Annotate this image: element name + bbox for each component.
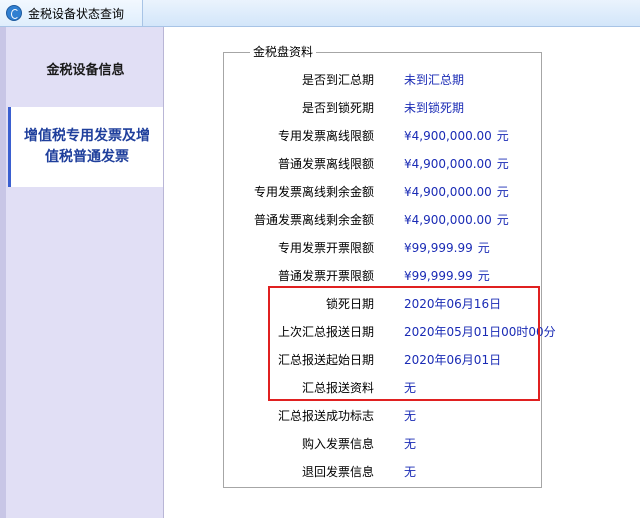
info-row: 是否到锁死期 未到锁死期 [224, 99, 624, 117]
sidebar [0, 27, 164, 518]
sidebar-edge [0, 27, 6, 518]
app-logo-icon [6, 5, 22, 21]
info-row: 普通发票离线限额 ¥4,900,000.00 元 [224, 155, 624, 173]
row-label: 是否到锁死期 [301, 101, 374, 115]
info-row: 退回发票信息 无 [224, 463, 624, 481]
amount: ¥4,900,000.00 [404, 185, 492, 199]
row-label: 专用发票开票限额 [277, 241, 374, 255]
row-label: 普通发票离线限额 [277, 157, 374, 171]
info-row: 普通发票开票限额 ¥99,999.99 元 [224, 267, 624, 285]
info-row: 专用发票离线限额 ¥4,900,000.00 元 [224, 127, 624, 145]
currency-unit: 元 [496, 129, 509, 143]
sidebar-item-invoice-types[interactable]: 增值税专用发票及增值税普通发票 [8, 107, 163, 187]
currency-unit: 元 [477, 241, 490, 255]
window-title: 金税设备状态查询 [28, 7, 125, 21]
info-row: 购入发票信息 无 [224, 435, 624, 453]
amount: ¥99,999.99 [404, 241, 473, 255]
info-row: 专用发票离线剩余金额 ¥4,900,000.00 元 [224, 183, 624, 201]
row-value: 无 [404, 465, 417, 479]
row-label: 专用发票离线剩余金额 [253, 185, 374, 199]
window-titlebar: 金税设备状态查询 [0, 0, 640, 27]
info-row: 普通发票离线剩余金额 ¥4,900,000.00 元 [224, 211, 624, 229]
row-value: 无 [404, 409, 417, 423]
sidebar-item-label: 金税设备信息 [46, 62, 125, 78]
row-value: 无 [404, 437, 417, 451]
row-value: ¥4,900,000.00 元 [404, 127, 509, 144]
row-label: 退回发票信息 [301, 465, 374, 479]
window-title-tab[interactable]: 金税设备状态查询 [0, 0, 143, 26]
amount: ¥4,900,000.00 [404, 129, 492, 143]
amount: ¥99,999.99 [404, 269, 473, 283]
amount: ¥4,900,000.00 [404, 157, 492, 171]
currency-unit: 元 [496, 157, 509, 171]
row-value: ¥4,900,000.00 元 [404, 155, 509, 172]
row-label: 专用发票离线限额 [277, 129, 374, 143]
sidebar-item-tax-device-info[interactable]: 金税设备信息 [8, 40, 163, 96]
info-row: 是否到汇总期 未到汇总期 [224, 71, 624, 89]
row-value: ¥4,900,000.00 元 [404, 183, 509, 200]
row-value: ¥99,999.99 元 [404, 267, 490, 284]
info-row: 汇总报送成功标志 无 [224, 407, 624, 425]
group-title: 金税盘资料 [250, 43, 317, 60]
currency-unit: 元 [477, 269, 490, 283]
row-value: 未到汇总期 [404, 73, 465, 87]
row-value: ¥99,999.99 元 [404, 239, 490, 256]
highlight-box [268, 286, 540, 401]
currency-unit: 元 [496, 185, 509, 199]
row-label: 是否到汇总期 [301, 73, 374, 87]
row-label: 普通发票离线剩余金额 [253, 213, 374, 227]
sidebar-item-label: 增值税专用发票及增值税普通发票 [24, 128, 150, 165]
row-value: 未到锁死期 [404, 101, 465, 115]
row-label: 购入发票信息 [301, 437, 374, 451]
row-label: 普通发票开票限额 [277, 269, 374, 283]
row-label: 汇总报送成功标志 [277, 409, 374, 423]
row-value: ¥4,900,000.00 元 [404, 211, 509, 228]
info-row: 专用发票开票限额 ¥99,999.99 元 [224, 239, 624, 257]
currency-unit: 元 [496, 213, 509, 227]
amount: ¥4,900,000.00 [404, 213, 492, 227]
